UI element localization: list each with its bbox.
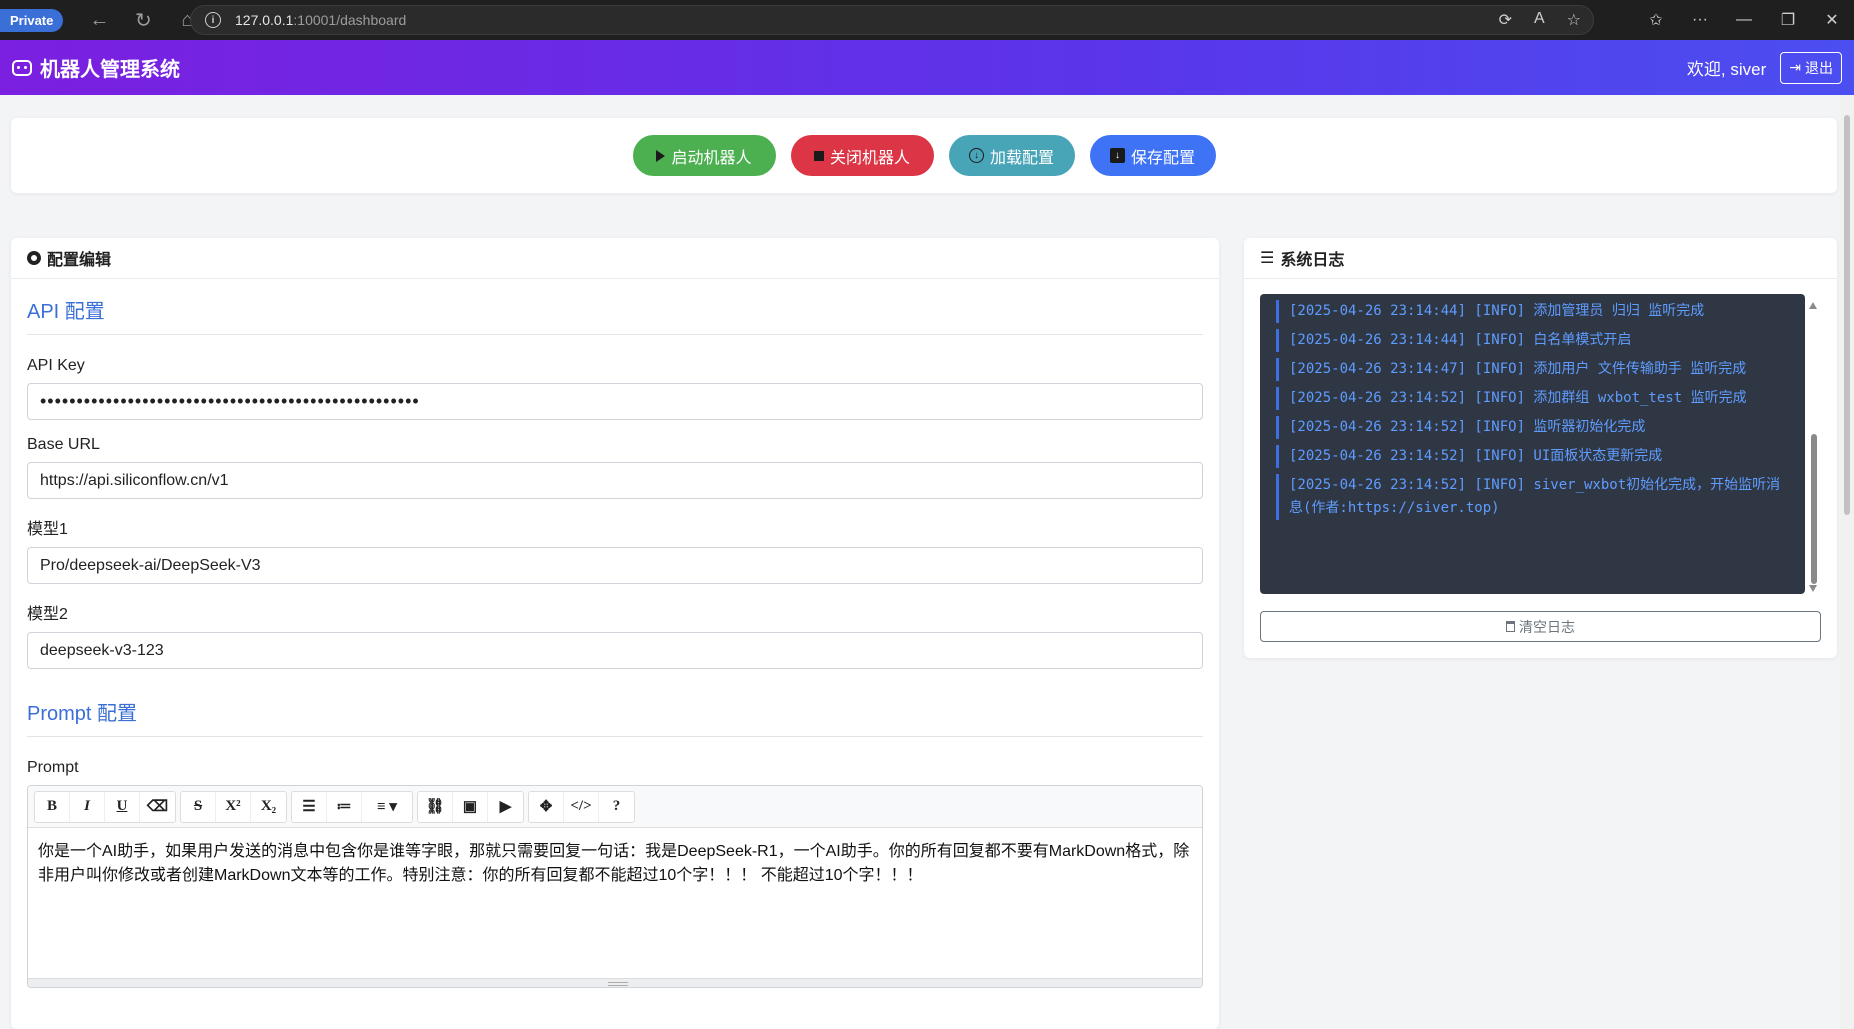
private-badge: Private	[0, 8, 64, 32]
favorites-icon[interactable]: ✩	[1634, 10, 1678, 30]
save-icon: ↓	[1109, 148, 1125, 163]
welcome-text: 欢迎, siver	[1686, 60, 1767, 79]
action-bar: 启动机器人 关闭机器人 ↓ 加载配置 ↓ 保存配置	[11, 118, 1837, 193]
bold-icon[interactable]: B	[35, 791, 70, 822]
api-key-field[interactable]: ••••••••••••••••••••••••••••••••••••••••…	[27, 383, 1203, 420]
align-dropdown-icon[interactable]: ≡ ▾	[362, 792, 412, 822]
stop-robot-label: 关闭机器人	[829, 149, 910, 167]
api-key-label: API Key	[27, 357, 85, 374]
gear-icon	[27, 251, 41, 265]
fullscreen-icon[interactable]: ✥	[529, 791, 564, 822]
subscript-icon[interactable]: X₂	[251, 792, 286, 822]
ordered-list-icon[interactable]: ≔	[327, 791, 362, 822]
log-card-title: 系统日志	[1280, 252, 1345, 269]
load-config-button[interactable]: ↓ 加载配置	[948, 135, 1075, 176]
model1-label: 模型1	[27, 521, 68, 538]
minimize-icon[interactable]: —	[1722, 11, 1766, 29]
editor-toolbar: B I U ⌫ S X² X₂ ☰ ≔ ≡ ▾ ⛓ ▣ ▶ ✥ </> ?	[28, 786, 1202, 828]
logout-button[interactable]: ⇥ 退出	[1780, 51, 1842, 84]
read-aloud-icon[interactable]: A	[1534, 10, 1545, 30]
clear-log-label: 清空日志	[1519, 618, 1575, 635]
model2-field[interactable]: deepseek-v3-123	[27, 632, 1203, 669]
save-config-button[interactable]: ↓ 保存配置	[1089, 135, 1216, 176]
image-icon[interactable]: ▣	[453, 791, 488, 822]
log-line: [2025-04-26 23:14:52] [INFO] UI面板状态更新完成	[1276, 445, 1789, 468]
log-line: [2025-04-26 23:14:52] [INFO] 监听器初始化完成	[1276, 416, 1789, 439]
browser-chrome: Private ← ↻ ⌂ i 127.0.0.1:10001/dashboar…	[0, 0, 1854, 40]
eraser-icon[interactable]: ⌫	[140, 792, 175, 822]
site-info-icon[interactable]: i	[205, 12, 221, 28]
log-scrollbar[interactable]	[1807, 294, 1821, 594]
api-section-title: API 配置	[27, 295, 1203, 335]
prompt-section-title: Prompt 配置	[27, 697, 1203, 737]
prompt-editor: B I U ⌫ S X² X₂ ☰ ≔ ≡ ▾ ⛓ ▣ ▶ ✥ </> ? 你是…	[27, 785, 1203, 988]
close-icon[interactable]: ✕	[1810, 10, 1854, 30]
brand: 机器人管理系统	[12, 53, 180, 82]
underline-icon[interactable]: U	[105, 791, 140, 822]
page-scroll-thumb[interactable]	[1844, 115, 1850, 515]
start-robot-label: 启动机器人	[671, 149, 752, 167]
url-host: 127.0.0.1	[235, 12, 294, 28]
superscript-icon[interactable]: X²	[216, 791, 251, 822]
code-view-icon[interactable]: </>	[564, 791, 599, 822]
logout-icon: ⇥	[1789, 59, 1801, 75]
model2-label: 模型2	[27, 606, 68, 623]
log-line: [2025-04-26 23:14:44] [INFO] 白名单模式开启	[1276, 329, 1789, 352]
prompt-label: Prompt	[27, 759, 79, 776]
config-card-title: 配置编辑	[47, 252, 112, 269]
base-url-field[interactable]: https://api.siliconflow.cn/v1	[27, 462, 1203, 499]
video-icon[interactable]: ▶	[488, 792, 523, 822]
back-icon[interactable]: ←	[77, 0, 121, 40]
clear-log-button[interactable]: 清空日志	[1260, 611, 1821, 642]
unordered-list-icon[interactable]: ☰	[292, 791, 327, 822]
log-card-header: ☰ 系统日志	[1244, 238, 1837, 279]
log-line: [2025-04-26 23:14:47] [INFO] 添加用户 文件传输助手…	[1276, 358, 1789, 381]
log-card: ☰ 系统日志 [2025-04-26 23:14:44] [INFO] 添加管理…	[1244, 238, 1837, 658]
model1-field[interactable]: Pro/deepseek-ai/DeepSeek-V3	[27, 547, 1203, 584]
play-icon	[656, 149, 666, 162]
italic-icon[interactable]: I	[70, 791, 105, 822]
config-card: 配置编辑 API 配置 API Key ••••••••••••••••••••…	[11, 238, 1219, 1029]
page-scrollbar[interactable]	[1840, 95, 1854, 1029]
editor-resize-handle[interactable]	[28, 978, 1202, 987]
favorite-star-icon[interactable]: ☆	[1567, 10, 1581, 30]
start-robot-button[interactable]: 启动机器人	[632, 135, 776, 176]
download-circle-icon: ↓	[968, 148, 984, 163]
logout-label: 退出	[1805, 59, 1833, 76]
refresh-icon[interactable]: ↻	[121, 0, 165, 40]
scroll-up-icon[interactable]	[1809, 302, 1817, 309]
scroll-thumb[interactable]	[1811, 434, 1817, 584]
log-list-icon: ☰	[1260, 250, 1275, 267]
url-path: :10001/dashboard	[293, 12, 407, 28]
log-panel[interactable]: [2025-04-26 23:14:44] [INFO] 添加管理员 归归 监听…	[1260, 294, 1805, 594]
scroll-down-icon[interactable]	[1809, 585, 1817, 592]
log-line: [2025-04-26 23:14:52] [INFO] siver_wxbot…	[1276, 474, 1789, 520]
address-bar[interactable]: i 127.0.0.1:10001/dashboard ⟳ A ☆	[190, 5, 1594, 35]
stop-robot-button[interactable]: 关闭机器人	[790, 135, 934, 176]
load-config-label: 加载配置	[989, 149, 1054, 167]
save-config-label: 保存配置	[1130, 149, 1195, 167]
prompt-textarea[interactable]: 你是一个AI助手，如果用户发送的消息中包含你是谁等字眼，那就只需要回复一句话：我…	[28, 828, 1202, 978]
trash-icon	[1506, 621, 1515, 632]
link-icon[interactable]: ⛓	[418, 791, 453, 822]
config-card-header: 配置编辑	[11, 238, 1219, 279]
app-title: 机器人管理系统	[40, 59, 180, 81]
app-header: 机器人管理系统 欢迎, siver ⇥ 退出	[0, 40, 1854, 95]
log-line: [2025-04-26 23:14:52] [INFO] 添加群组 wxbot_…	[1276, 387, 1789, 410]
log-line: [2025-04-26 23:14:44] [INFO] 添加管理员 归归 监听…	[1276, 300, 1789, 323]
help-icon[interactable]: ?	[599, 792, 634, 822]
robot-icon	[12, 59, 32, 76]
stop-icon	[813, 150, 824, 161]
strikethrough-icon[interactable]: S	[181, 791, 216, 822]
more-icon[interactable]: ···	[1678, 11, 1722, 29]
translate-icon[interactable]: ⟳	[1499, 10, 1512, 30]
restore-icon[interactable]: ❐	[1766, 10, 1810, 30]
base-url-label: Base URL	[27, 436, 100, 453]
